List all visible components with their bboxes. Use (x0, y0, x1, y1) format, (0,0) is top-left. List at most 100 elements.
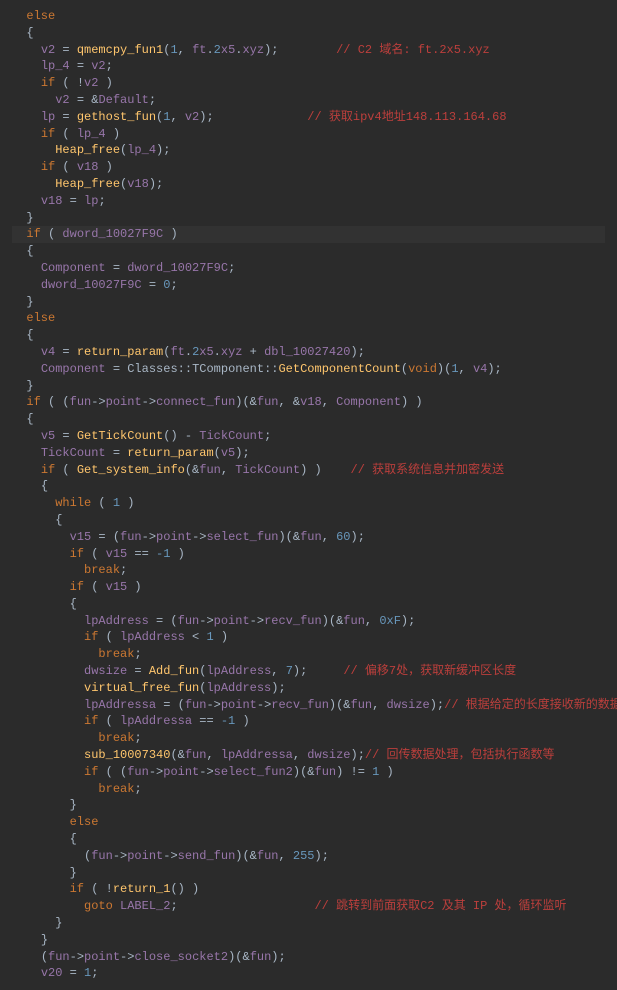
token-num: 1 (451, 362, 458, 376)
token-punct: )( (437, 362, 451, 376)
token-var: ft (170, 345, 184, 359)
token-punct: { (26, 412, 33, 426)
code-line: break; (12, 781, 605, 798)
token-op: = (55, 429, 77, 443)
code-line: else (12, 8, 605, 25)
token-func: Heap_free (55, 143, 120, 157)
code-line: { (12, 831, 605, 848)
token-var: fun (250, 950, 272, 964)
token-punct: -> (149, 765, 163, 779)
token-var: v18 (77, 160, 99, 174)
token-punct: { (55, 513, 62, 527)
token-var: fun (343, 614, 365, 628)
token-var: fun (91, 849, 113, 863)
token-punct: )(& (228, 950, 250, 964)
token-punct: ( (55, 160, 77, 174)
token-var: point (214, 614, 250, 628)
token-var: Default (98, 93, 148, 107)
token-var: lpAddress (84, 614, 149, 628)
token-var: xyz (242, 43, 264, 57)
token-kw: else (70, 815, 99, 829)
code-line: break; (12, 562, 605, 579)
token-punct: -> (91, 395, 105, 409)
token-punct: ; (149, 93, 156, 107)
token-punct: . (206, 43, 213, 57)
code-line: if ( lp_4 ) (12, 126, 605, 143)
token-punct: )(& (278, 530, 300, 544)
token-punct: -> (206, 698, 220, 712)
token-num: -1 (156, 547, 170, 561)
token-var: lpAddress (206, 664, 271, 678)
token-op: = (55, 43, 77, 57)
token-punct: ; (120, 563, 127, 577)
token-var: lpAddress (120, 630, 185, 644)
code-line: v2 = qmemcpy_fun1(1, ft.2x5.xyz); // C2 … (12, 42, 605, 59)
code-line: goto LABEL_2; // 跳转到前面获取C2 及其 IP 处，循环监听 (12, 898, 605, 915)
token-var: lpAddressa (120, 714, 192, 728)
token-punct: , (170, 110, 184, 124)
token-var: fun (351, 698, 373, 712)
code-line: break; (12, 730, 605, 747)
code-line: { (12, 411, 605, 428)
code-line: TickCount = return_param(v5); (12, 445, 605, 462)
token-kw: void (408, 362, 437, 376)
token-punct: ( (98, 630, 120, 644)
token-kw: break (98, 731, 134, 745)
token-punct: ; (170, 278, 177, 292)
token-punct: :: (178, 362, 192, 376)
code-line: Component = dword_10027F9C; (12, 260, 605, 277)
token-var: Component (336, 395, 401, 409)
token-var: fun (315, 765, 337, 779)
token-var: v18 (41, 194, 63, 208)
token-func: virtual_free_fun (84, 681, 199, 695)
token-func: return_param (77, 345, 163, 359)
code-line: v4 = return_param(ft.2x5.xyz + dbl_10027… (12, 344, 605, 361)
token-var: lpAddressa (221, 748, 293, 762)
token-punct: (& (170, 748, 184, 762)
token-punct: )(& (293, 765, 315, 779)
token-punct: ); (264, 43, 336, 57)
token-type: Classes (127, 362, 177, 376)
token-punct: ) != (336, 765, 372, 779)
token-var: fun (185, 748, 207, 762)
code-line: v18 = lp; (12, 193, 605, 210)
code-editor: else { v2 = qmemcpy_fun1(1, ft.2x5.xyz);… (0, 0, 617, 990)
token-punct: , (178, 43, 192, 57)
token-punct: -> (70, 950, 84, 964)
token-punct: } (70, 798, 77, 812)
token-punct: ( ( (41, 395, 70, 409)
token-var: v5 (41, 429, 55, 443)
code-line: lp_4 = v2; (12, 58, 605, 75)
token-var: point (156, 530, 192, 544)
token-var: v18 (127, 177, 149, 191)
token-punct: -> (257, 698, 271, 712)
code-line: dword_10027F9C = 0; (12, 277, 605, 294)
token-punct: , (221, 463, 235, 477)
code-line: if ( (fun->point->select_fun2)(&fun) != … (12, 764, 605, 781)
token-kw: if (41, 127, 55, 141)
token-var: select_fun (206, 530, 278, 544)
token-num: 7 (286, 664, 293, 678)
token-punct: ) (98, 76, 112, 90)
code-line: break; (12, 646, 605, 663)
token-var: v4 (41, 345, 55, 359)
code-line: } (12, 932, 605, 949)
token-punct: ) (120, 496, 134, 510)
token-punct: -> (163, 849, 177, 863)
code-line: if ( !return_1() ) (12, 881, 605, 898)
token-punct: ; (98, 194, 105, 208)
token-punct: ( (55, 127, 77, 141)
token-punct: ; (106, 59, 113, 73)
token-punct: , (322, 530, 336, 544)
token-comment: // 根据给定的长度接收新的数据 (444, 698, 617, 712)
token-punct: ) (214, 630, 228, 644)
code-line: Heap_free(v18); (12, 176, 605, 193)
token-var: xyz (221, 345, 243, 359)
token-func: Heap_free (55, 177, 120, 191)
token-punct: ); (199, 110, 307, 124)
token-op: = (127, 664, 149, 678)
token-punct: ); (315, 849, 329, 863)
token-op: = ( (91, 530, 120, 544)
token-punct: ); (293, 664, 343, 678)
code-line: } (12, 294, 605, 311)
